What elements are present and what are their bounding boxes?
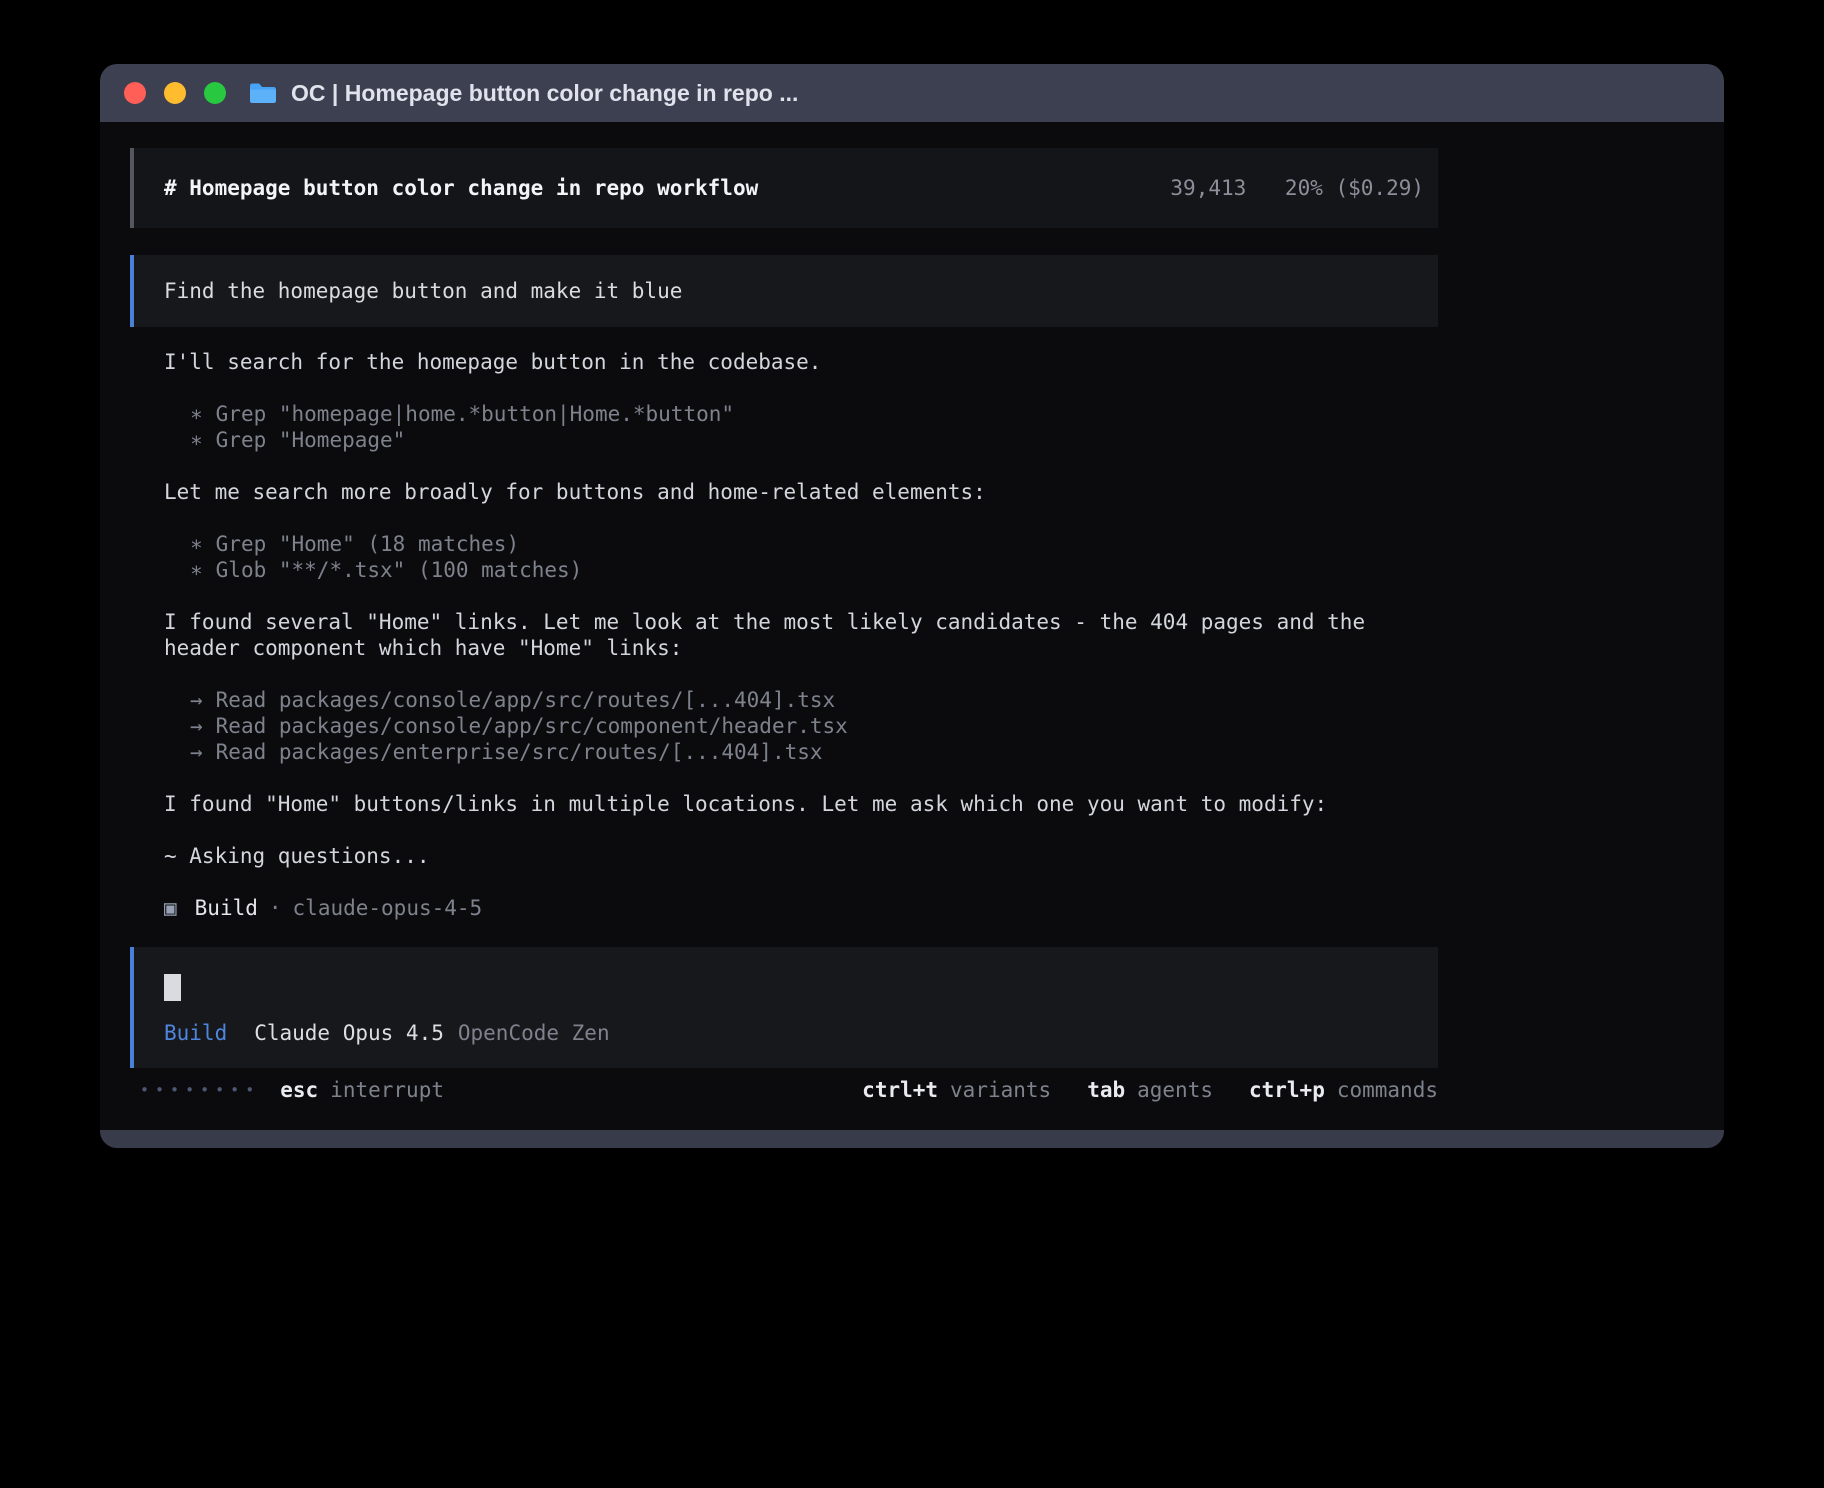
tool-call-read: → Read packages/console/app/src/component… [164, 713, 1404, 739]
tool-call-text: Read packages/console/app/src/component/… [216, 714, 848, 738]
tool-call-group: → Read packages/console/app/src/routes/[.… [164, 687, 1404, 765]
agent-name: Build [195, 895, 258, 921]
tool-call-glob: ∗ Glob "**/*.tsx" (100 matches) [164, 557, 1404, 583]
status-bar-right: ctrl+t variants tab agents ctrl+p commands [862, 1077, 1438, 1103]
terminal-window: OC | Homepage button color change in rep… [100, 64, 1724, 1148]
token-count: 39,413 [1170, 176, 1246, 200]
folder-icon [248, 81, 278, 105]
status-line: ~ Asking questions... [164, 843, 1404, 869]
hint-interrupt: esc interrupt [280, 1077, 444, 1103]
input-meta: Build Claude Opus 4.5 OpenCode Zen [164, 1020, 1408, 1046]
key-ctrl-t: ctrl+t [862, 1078, 938, 1102]
titlebar[interactable]: OC | Homepage button color change in rep… [100, 64, 1724, 122]
hint-agents: tab agents [1087, 1077, 1213, 1103]
tool-call-text: Grep "homepage|home.*button|Home.*button… [216, 402, 734, 426]
session-stats: 39,413 20% ($0.29) [1170, 175, 1424, 201]
traffic-lights [124, 82, 226, 104]
assistant-paragraph: I found "Home" buttons/links in multiple… [164, 791, 1404, 817]
hint-commands: ctrl+p commands [1249, 1077, 1438, 1103]
tool-arrow-icon: → [190, 714, 203, 738]
user-message: Find the homepage button and make it blu… [130, 255, 1438, 327]
user-message-text: Find the homepage button and make it blu… [164, 278, 682, 304]
assistant-paragraph: Let me search more broadly for buttons a… [164, 479, 1404, 505]
tool-call-group: ∗ Grep "Home" (18 matches) ∗ Glob "**/*.ts… [164, 531, 1404, 583]
key-esc: esc [280, 1078, 318, 1102]
agent-square-icon: ▣ [164, 895, 177, 921]
tool-bullet-icon: ∗ [190, 402, 203, 426]
status-bar-left: •••••••• esc interrupt [140, 1077, 444, 1103]
tool-call-text: Grep "Home" (18 matches) [216, 532, 519, 556]
tool-call-group: ∗ Grep "homepage|home.*button|Home.*butto… [164, 401, 1404, 453]
agent-model: claude-opus-4-5 [293, 895, 483, 921]
window-title: OC | Homepage button color change in rep… [291, 80, 798, 107]
transcript: I'll search for the homepage button in t… [130, 349, 1438, 921]
separator-dot: · [269, 895, 282, 921]
hint-label: variants [950, 1078, 1051, 1102]
tool-call-text: Read packages/console/app/src/routes/[..… [216, 688, 836, 712]
session-header: # Homepage button color change in repo w… [130, 148, 1438, 228]
tool-arrow-icon: → [190, 740, 203, 764]
spinner-dots: •••••••• [140, 1077, 260, 1103]
tool-call-read: → Read packages/enterprise/src/routes/[..… [164, 739, 1404, 765]
tool-call-grep: ∗ Grep "Homepage" [164, 427, 1404, 453]
maximize-button[interactable] [204, 82, 226, 104]
tool-call-text: Grep "Homepage" [216, 428, 406, 452]
mode-label: Build [164, 1021, 227, 1045]
hint-label: agents [1137, 1078, 1213, 1102]
key-tab: tab [1087, 1078, 1125, 1102]
tool-call-grep: ∗ Grep "homepage|home.*button|Home.*butto… [164, 401, 1404, 427]
tool-bullet-icon: ∗ [190, 532, 203, 556]
agent-line: ▣ Build · claude-opus-4-5 [164, 895, 1404, 921]
prompt-input[interactable]: Build Claude Opus 4.5 OpenCode Zen [130, 947, 1438, 1068]
session-title: # Homepage button color change in repo w… [164, 175, 758, 201]
tool-bullet-icon: ∗ [190, 428, 203, 452]
tool-call-read: → Read packages/console/app/src/routes/[.… [164, 687, 1404, 713]
tool-call-text: Read packages/enterprise/src/routes/[...… [216, 740, 823, 764]
model-label: Claude Opus 4.5 [254, 1021, 444, 1045]
status-bar: •••••••• esc interrupt ctrl+t variants tab… [130, 1077, 1438, 1103]
tool-arrow-icon: → [190, 688, 203, 712]
terminal-content: # Homepage button color change in repo w… [100, 122, 1724, 1130]
hint-variants: ctrl+t variants [862, 1077, 1051, 1103]
tool-bullet-icon: ∗ [190, 558, 203, 582]
context-usage: 20% ($0.29) [1285, 176, 1424, 200]
hint-label: commands [1337, 1078, 1438, 1102]
tool-call-grep: ∗ Grep "Home" (18 matches) [164, 531, 1404, 557]
hint-label: interrupt [330, 1078, 444, 1102]
assistant-paragraph: I'll search for the homepage button in t… [164, 349, 1404, 375]
text-cursor [164, 974, 181, 1001]
key-ctrl-p: ctrl+p [1249, 1078, 1325, 1102]
assistant-paragraph: I found several "Home" links. Let me loo… [164, 609, 1404, 661]
provider-label: OpenCode Zen [458, 1021, 610, 1045]
tool-call-text: Glob "**/*.tsx" (100 matches) [216, 558, 583, 582]
close-button[interactable] [124, 82, 146, 104]
minimize-button[interactable] [164, 82, 186, 104]
window-bottom-frame [100, 1130, 1724, 1148]
